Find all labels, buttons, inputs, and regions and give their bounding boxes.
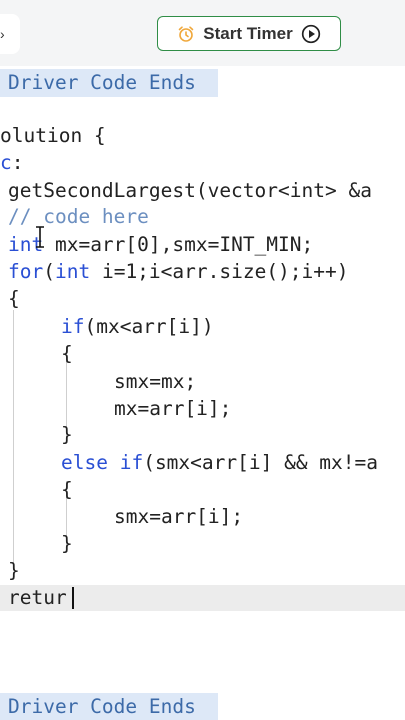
banner-text: Driver Code Ends [8, 71, 196, 94]
code-line-17: } [8, 559, 20, 582]
code-line-18: retur [8, 586, 67, 609]
editor-toolbar: › Start Timer [0, 0, 405, 66]
code-line-3: getSecondLargest(vector<int> &a [8, 179, 372, 202]
ibeam-cursor-icon [36, 226, 44, 248]
start-timer-label: Start Timer [203, 23, 293, 43]
code-line-15: smx=arr[i]; [114, 505, 244, 528]
banner-text: Driver Code Ends [8, 695, 196, 718]
code-line-11: mx=arr[i]; [114, 397, 232, 420]
code-line-4: // code here [8, 205, 149, 228]
code-line-7: { [8, 287, 20, 310]
code-line-2: c: [0, 151, 24, 174]
code-line-8: if(mx<arr[i]) [61, 315, 214, 338]
indent-guide [13, 310, 14, 568]
play-circle-icon [301, 24, 320, 43]
driver-code-banner-top: Driver Code Ends [0, 69, 218, 97]
code-line-6: for(int i=1;i<arr.size();i++) [8, 260, 349, 283]
start-timer-button[interactable]: Start Timer [157, 16, 341, 51]
driver-code-banner-bottom: Driver Code Ends [0, 693, 218, 720]
code-line-16: } [61, 532, 73, 555]
code-line-12: } [61, 423, 73, 446]
code-line-13: else if(smx<arr[i] && mx!=a [61, 451, 379, 474]
code-line-10: smx=mx; [114, 370, 197, 393]
code-line-5: int mx=arr[0],smx=INT_MIN; [8, 233, 314, 256]
code-line-1: olution { [0, 124, 106, 147]
code-line-14: { [61, 478, 73, 501]
collapse-panel-tab[interactable]: › [0, 14, 20, 54]
alarm-clock-icon [178, 25, 194, 42]
chevron-right-icon: › [0, 26, 5, 42]
text-caret [72, 587, 74, 609]
code-editor[interactable]: Driver Code Ends olution { c: getSecondL… [0, 66, 405, 720]
code-line-9: { [61, 342, 73, 365]
